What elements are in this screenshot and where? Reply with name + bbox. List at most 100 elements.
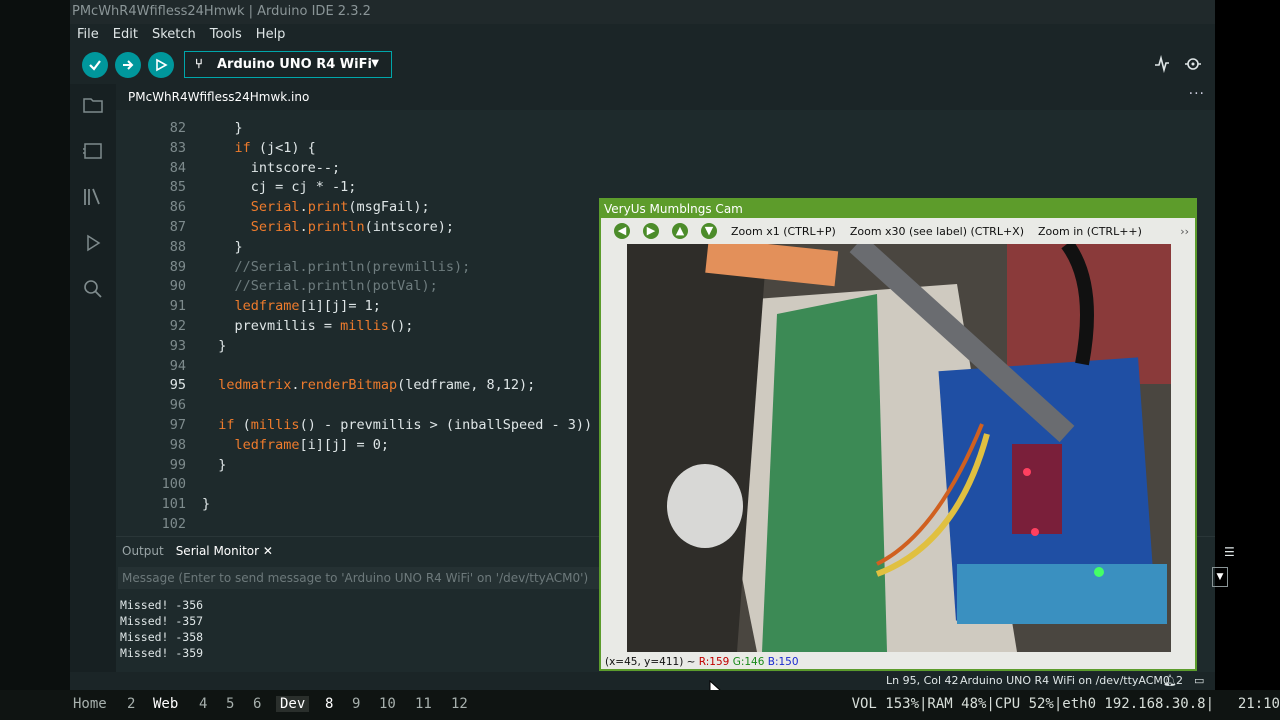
pixel-green: G:146	[732, 656, 765, 668]
workspace-10[interactable]: 10	[379, 696, 396, 712]
line-number: 83	[169, 139, 186, 156]
workspace-web[interactable]: Web	[153, 696, 178, 712]
panel-menu-icon[interactable]: ☰	[1224, 545, 1235, 559]
code-line[interactable]: }	[202, 118, 243, 138]
code-line[interactable]: if (millis() - prevmillis > (inballSpeed…	[202, 415, 592, 435]
board-selector[interactable]: ⑂ Arduino UNO R4 WiFi ▼	[184, 51, 392, 78]
line-ending-dropdown[interactable]: ▼	[1212, 567, 1228, 587]
taskbar: Home 2 Web 4 5 6 Dev 8 9 10 11 12 VOL 15…	[0, 690, 1280, 720]
line-number: 82	[169, 120, 186, 136]
folder-icon[interactable]	[82, 94, 104, 116]
clock: 21:10	[1237, 696, 1280, 712]
serial-output: Missed! -356 Missed! -357 Missed! -358 M…	[116, 597, 636, 667]
tab-output[interactable]: Output	[116, 537, 170, 565]
more-options-icon[interactable]: ···	[1189, 86, 1205, 102]
arrow-down-icon[interactable]: ▼	[701, 223, 717, 239]
line-number: 93	[169, 337, 186, 354]
camera-window-title: VeryUs Mumblngs Cam	[601, 200, 1195, 218]
panel-tabs: Output Serial Monitor ✕	[116, 537, 279, 565]
menu-bar: File Edit Sketch Tools Help	[70, 24, 1215, 46]
tab-serial-monitor[interactable]: Serial Monitor ✕	[170, 537, 279, 565]
line-number: 90	[169, 278, 186, 295]
code-line[interactable]: if (j<1) {	[202, 138, 316, 158]
workspace-11[interactable]: 11	[415, 696, 432, 712]
code-line[interactable]: //Serial.println(potVal);	[202, 276, 438, 296]
menu-help[interactable]: Help	[249, 24, 293, 46]
arrow-right-icon[interactable]: ▶	[643, 223, 659, 239]
desktop: PMcWhR4Wfifless24Hmwk | Arduino IDE 2.3.…	[0, 0, 1280, 720]
editor-tabs: PMcWhR4Wfifless24Hmwk.ino ···	[116, 84, 1215, 110]
serial-monitor-icon[interactable]	[1184, 55, 1202, 77]
line-number: 97	[169, 417, 186, 433]
menu-edit[interactable]: Edit	[106, 24, 145, 46]
workspace-8[interactable]: 8	[325, 696, 333, 712]
zoom-x30-button[interactable]: Zoom x30 (see label) (CTRL+X)	[850, 225, 1024, 238]
line-number: 96	[169, 397, 186, 414]
system-info: VOL 153%|RAM 48%|CPU 52%|eth0 192.168.30…	[851, 696, 1214, 712]
code-line[interactable]: prevmillis = millis();	[202, 316, 414, 336]
zoom-x1-button[interactable]: Zoom x1 (CTRL+P)	[731, 225, 836, 238]
serial-message-input[interactable]: Message (Enter to send message to 'Ardui…	[118, 567, 638, 589]
code-line[interactable]: Serial.println(intscore);	[202, 217, 454, 237]
code-line[interactable]: ledmatrix.renderBitmap(ledframe, 8,12);	[202, 375, 535, 395]
line-number: 86	[169, 199, 186, 216]
workspace-home[interactable]: Home	[73, 696, 107, 712]
code-line[interactable]: }	[202, 237, 243, 257]
code-line[interactable]: //Serial.println(prevmillis);	[202, 257, 471, 277]
code-line[interactable]: }	[202, 336, 226, 356]
code-line[interactable]: }	[202, 455, 226, 475]
line-number: 84	[169, 159, 186, 176]
line-number: 88	[169, 238, 186, 255]
camera-window: VeryUs Mumblngs Cam ◀ ▶ ▲ ▼ Zoom x1 (CTR…	[599, 198, 1197, 671]
line-number: 102	[161, 516, 186, 532]
menu-sketch[interactable]: Sketch	[145, 24, 203, 46]
workspace-2[interactable]: 2	[127, 696, 135, 712]
line-number: 95	[169, 377, 186, 394]
serial-line: Missed! -357	[120, 614, 204, 628]
workspace-6[interactable]: 6	[253, 696, 261, 712]
code-line[interactable]: }	[202, 494, 210, 514]
line-number: 87	[169, 219, 186, 235]
arrow-right-icon	[123, 60, 134, 70]
upload-button[interactable]	[115, 52, 141, 78]
serial-line: Missed! -358	[120, 630, 204, 644]
chevron-down-icon: ▼	[371, 58, 379, 69]
workspace-12[interactable]: 12	[451, 696, 468, 712]
code-line[interactable]: ledframe[i][j]= 1;	[202, 296, 381, 316]
verify-button[interactable]	[82, 52, 108, 78]
workspace-9[interactable]: 9	[352, 696, 360, 712]
close-icon[interactable]: ✕	[263, 544, 273, 558]
serial-line: Missed! -356	[120, 598, 204, 612]
zoom-in-button[interactable]: Zoom in (CTRL++)	[1038, 225, 1142, 238]
serial-line: Missed! -359	[120, 646, 204, 660]
menu-file[interactable]: File	[70, 24, 106, 46]
tab-sketch-file[interactable]: PMcWhR4Wfifless24Hmwk.ino	[122, 84, 315, 110]
code-line[interactable]: ledframe[i][j] = 0;	[202, 435, 389, 455]
debug-button[interactable]	[148, 52, 174, 78]
menu-tools[interactable]: Tools	[203, 24, 249, 46]
workspace-4[interactable]: 4	[199, 696, 207, 712]
camera-pixel-readout: (x=45, y=411) ~ R:159 G:146 B:150	[605, 656, 799, 668]
debug-icon[interactable]	[82, 232, 104, 254]
code-line[interactable]: intscore--;	[202, 158, 340, 178]
board-label: Arduino UNO R4 WiFi	[217, 57, 372, 72]
line-number: 85	[169, 179, 186, 196]
toolbar-overflow-icon[interactable]: ››	[1180, 225, 1189, 238]
code-line[interactable]: Serial.print(msgFail);	[202, 197, 430, 217]
arrow-left-icon[interactable]: ◀	[614, 223, 630, 239]
arrow-up-icon[interactable]: ▲	[672, 223, 688, 239]
boards-manager-icon[interactable]	[82, 140, 104, 162]
pixel-red: R:159	[698, 656, 730, 668]
code-line[interactable]: cj = cj * -1;	[202, 177, 357, 197]
window-title: PMcWhR4Wfifless24Hmwk | Arduino IDE 2.3.…	[70, 0, 1215, 24]
search-icon[interactable]	[82, 278, 104, 300]
workspace-5[interactable]: 5	[226, 696, 234, 712]
toolbar: ⑂ Arduino UNO R4 WiFi ▼	[70, 46, 1215, 84]
line-number: 94	[169, 357, 186, 374]
library-manager-icon[interactable]	[82, 186, 104, 208]
workspace-dev[interactable]: Dev	[276, 696, 310, 712]
usb-icon: ⑂	[195, 57, 203, 72]
line-number: 100	[161, 476, 186, 493]
activity-sidebar	[70, 84, 116, 690]
serial-plotter-icon[interactable]	[1153, 54, 1171, 77]
